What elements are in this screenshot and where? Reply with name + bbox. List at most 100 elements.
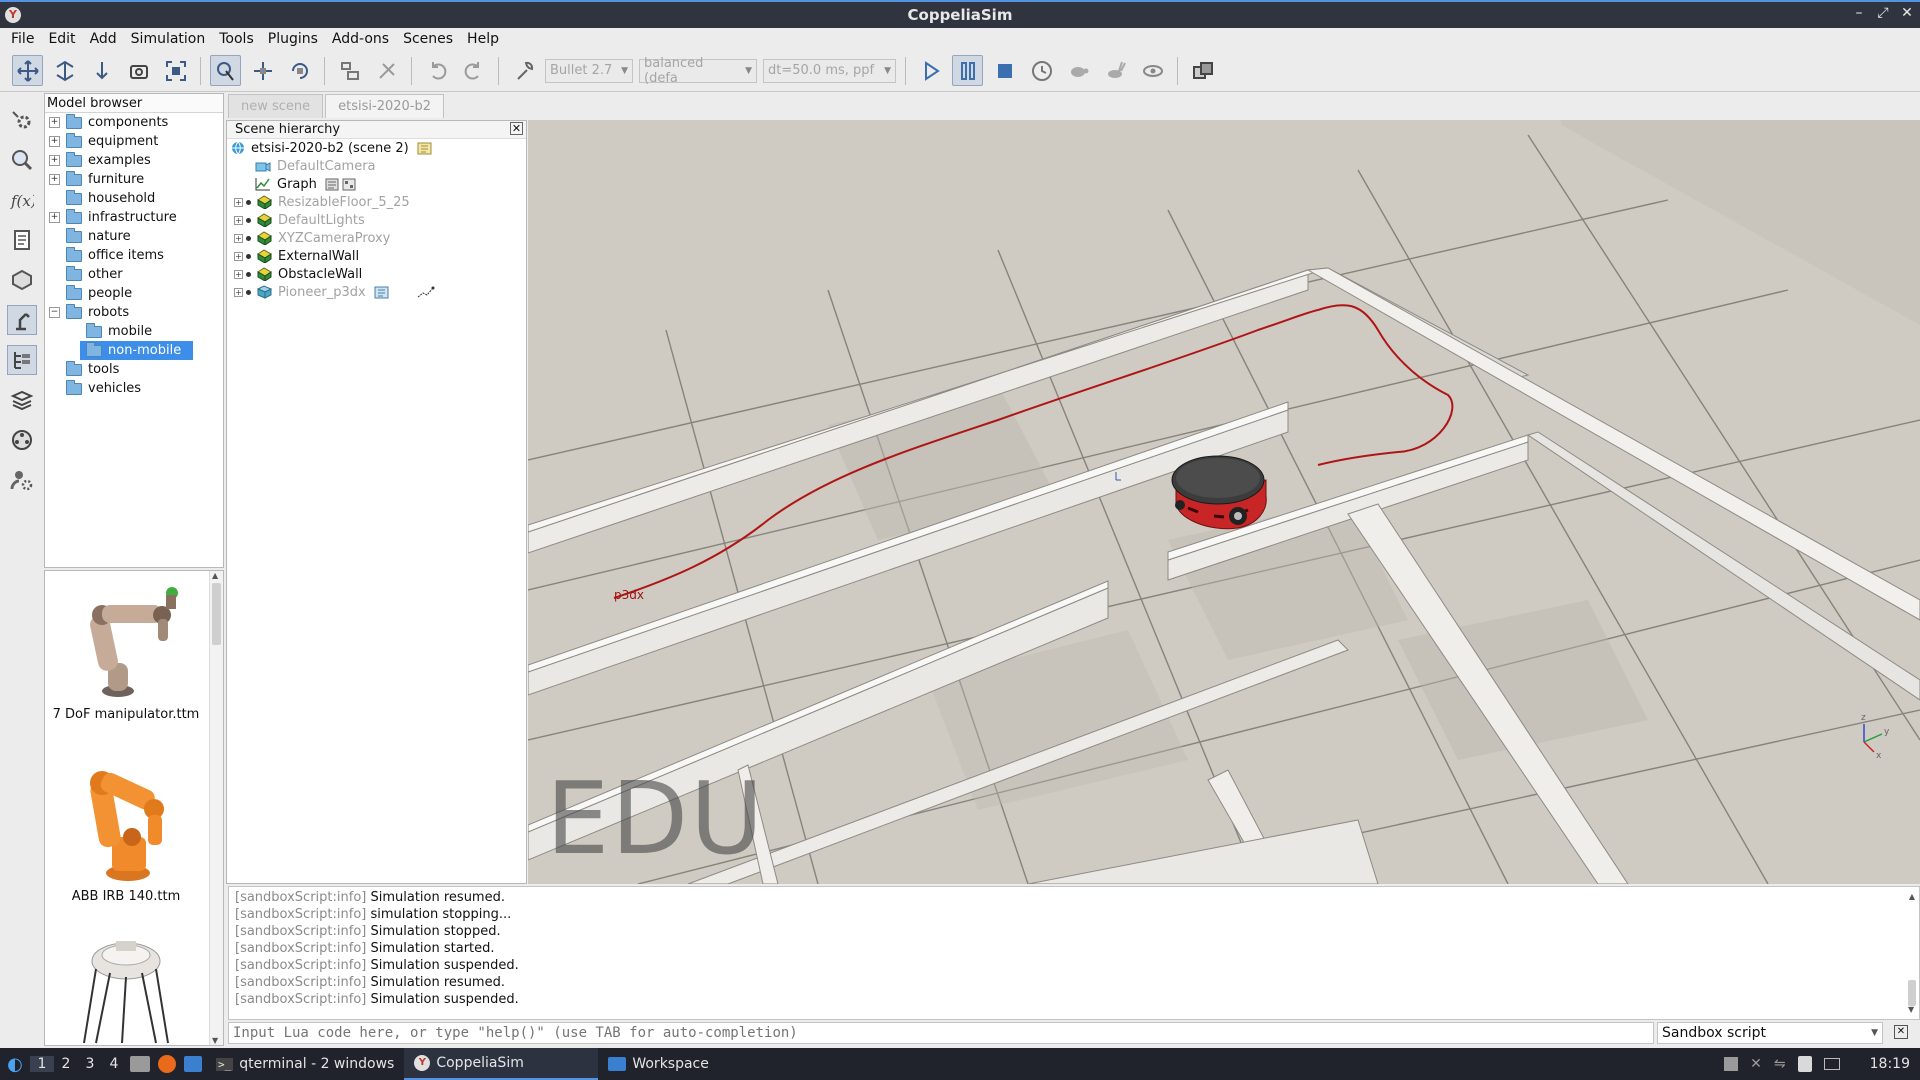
task-coppeliasim[interactable]: Y CoppeliaSim (404, 1048, 599, 1080)
tab-new-scene[interactable]: new scene (228, 94, 324, 118)
muted-speaker-icon[interactable]: ✕ (1750, 1056, 1762, 1072)
speed-up-button[interactable] (1100, 55, 1131, 86)
expand-icon[interactable]: + (234, 197, 243, 207)
pause-simulation-button[interactable] (952, 55, 983, 86)
visualization-toggle-button[interactable] (1137, 55, 1168, 86)
transfer-dna-button[interactable] (371, 55, 402, 86)
accuracy-select[interactable]: balanced (defa ▼ (639, 56, 757, 86)
desktop-launcher-icon[interactable] (184, 1056, 202, 1072)
network-icon[interactable]: ⇋ (1774, 1056, 1786, 1072)
undo-button[interactable] (421, 55, 452, 86)
scene-item-xyzcameraproxy[interactable]: + XYZCameraProxy (227, 229, 526, 247)
expand-icon[interactable]: + (49, 155, 60, 166)
expand-icon[interactable]: + (234, 251, 243, 261)
calculation-modules-button[interactable] (7, 145, 37, 175)
clipboard-icon[interactable] (1724, 1057, 1739, 1071)
scene-item-obstaclewall[interactable]: + ObstacleWall (227, 265, 526, 283)
stop-simulation-button[interactable] (989, 55, 1020, 86)
menu-edit[interactable]: Edit (41, 31, 82, 47)
close-panel-button[interactable]: ✕ (510, 122, 523, 135)
tree-item-vehicles[interactable]: vehicles (45, 379, 223, 398)
start-menu-icon[interactable]: ◐ (0, 1054, 30, 1075)
expand-icon[interactable]: + (49, 136, 60, 147)
tree-item-mobile[interactable]: mobile (45, 322, 223, 341)
tree-item-tools[interactable]: tools (45, 360, 223, 379)
tree-item-infrastructure[interactable]: + infrastructure (45, 208, 223, 227)
tree-item-people[interactable]: people (45, 284, 223, 303)
file-manager-launcher-icon[interactable] (130, 1056, 150, 1072)
scrollbar-handle[interactable] (212, 583, 221, 645)
tree-item-components[interactable]: + components (45, 113, 223, 132)
tree-item-examples[interactable]: + examples (45, 151, 223, 170)
object-shift-button[interactable] (247, 55, 278, 86)
shape-edit-button[interactable] (7, 265, 37, 295)
expand-icon[interactable]: + (234, 287, 243, 297)
expand-icon[interactable]: + (49, 212, 60, 223)
minimize-button[interactable]: – (1852, 5, 1866, 21)
notes-icon[interactable] (1797, 1056, 1812, 1072)
model-thumbnail[interactable]: ABB IRB 140.ttm (45, 751, 207, 904)
lua-command-input[interactable] (228, 1022, 1654, 1044)
expand-icon[interactable]: + (49, 174, 60, 185)
functions-button[interactable]: f(x) (7, 185, 37, 215)
script-select[interactable]: Sandbox script ▼ (1657, 1022, 1883, 1044)
expand-icon[interactable]: + (234, 233, 243, 243)
thumbnail-scrollbar[interactable]: ▲ ▼ (209, 571, 223, 1045)
object-rotate-button[interactable] (284, 55, 315, 86)
click-select-button[interactable] (210, 55, 241, 86)
user-settings-button[interactable] (7, 465, 37, 495)
assemble-button[interactable] (334, 55, 365, 86)
tree-item-robots[interactable]: − robots (45, 303, 223, 322)
display-icon[interactable] (1823, 1058, 1840, 1070)
slow-down-button[interactable] (1063, 55, 1094, 86)
maximize-button[interactable]: ⤢ (1876, 5, 1890, 21)
model-thumbnail[interactable] (45, 933, 207, 1049)
fit-to-view-button[interactable] (160, 55, 191, 86)
scene-root-item[interactable]: etsisi-2020-b2 (scene 2) (227, 139, 526, 157)
tree-item-household[interactable]: household (45, 189, 223, 208)
close-button[interactable]: ✕ (1900, 5, 1914, 21)
menu-simulation[interactable]: Simulation (124, 31, 213, 47)
redo-button[interactable] (458, 55, 489, 86)
camera-rotate-button[interactable] (49, 55, 80, 86)
scene-item-pioneer-p3dx[interactable]: + Pioneer_p3dx (227, 283, 526, 301)
workspace-3[interactable]: 3 (78, 1056, 102, 1072)
expand-icon[interactable]: + (234, 215, 243, 225)
layers-button[interactable] (7, 385, 37, 415)
tree-item-non-mobile[interactable]: non-mobile (45, 341, 223, 360)
engine-settings-button[interactable] (508, 55, 539, 86)
scene-viewport[interactable]: z y x p3dx EDU (528, 120, 1920, 884)
scene-hierarchy-toggle[interactable] (7, 345, 37, 375)
workspace-4[interactable]: 4 (102, 1056, 126, 1072)
simulation-settings-button[interactable] (7, 105, 37, 135)
scene-item-externalwall[interactable]: + ExternalWall (227, 247, 526, 265)
menu-file[interactable]: File (4, 31, 41, 47)
start-simulation-button[interactable] (915, 55, 946, 86)
tree-item-equipment[interactable]: + equipment (45, 132, 223, 151)
menu-add[interactable]: Add (83, 31, 124, 47)
menu-help[interactable]: Help (460, 31, 506, 47)
menu-plugins[interactable]: Plugins (261, 31, 325, 47)
tree-item-furniture[interactable]: + furniture (45, 170, 223, 189)
page-selector-button[interactable] (1187, 55, 1218, 86)
workspace-2[interactable]: 2 (54, 1056, 78, 1072)
physics-engine-select[interactable]: Bullet 2.7 ▼ (545, 58, 633, 83)
camera-angle-button[interactable] (123, 55, 154, 86)
expand-icon[interactable]: + (234, 269, 243, 279)
timestep-select[interactable]: dt=50.0 ms, ppf ▼ (763, 58, 896, 83)
video-recorder-button[interactable] (7, 425, 37, 455)
task-workspace[interactable]: Workspace (598, 1048, 719, 1080)
collapse-icon[interactable]: − (49, 307, 60, 318)
scene-item-defaultlights[interactable]: + DefaultLights (227, 211, 526, 229)
expand-icon[interactable]: + (49, 117, 60, 128)
scene-item-graph[interactable]: Graph (227, 175, 526, 193)
tree-item-nature[interactable]: nature (45, 227, 223, 246)
task-qterminal[interactable]: >_ qterminal - 2 windows (206, 1048, 404, 1080)
tab-etsisi-2020-b2[interactable]: etsisi-2020-b2 (325, 94, 445, 118)
console-scrollbar[interactable]: ▲ ▼ (1906, 888, 1918, 1018)
model-browser-toggle[interactable] (7, 305, 37, 335)
firefox-launcher-icon[interactable] (158, 1055, 176, 1073)
menu-addons[interactable]: Add-ons (325, 31, 396, 47)
scripts-button[interactable] (7, 225, 37, 255)
tree-item-other[interactable]: other (45, 265, 223, 284)
